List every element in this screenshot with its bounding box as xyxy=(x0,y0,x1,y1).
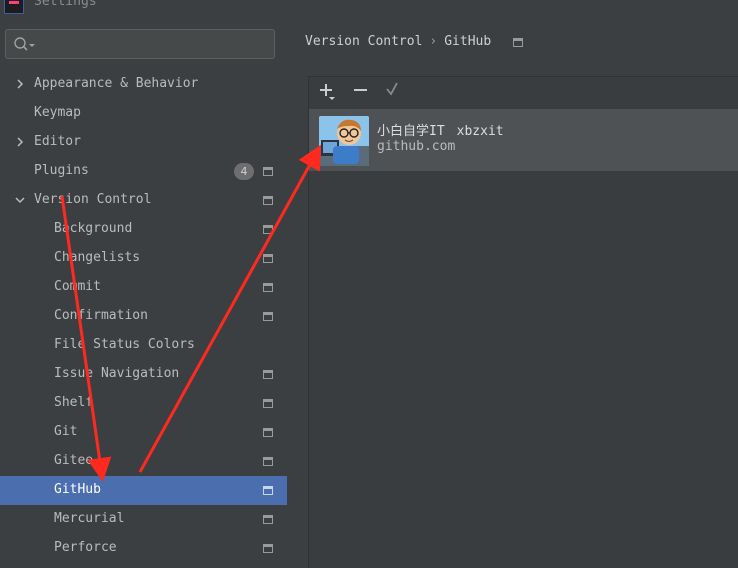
title-bar: Settings xyxy=(0,0,738,14)
sidebar-item-label: Perforce xyxy=(54,540,117,555)
search-icon xyxy=(14,37,35,51)
sidebar-item-version-control[interactable]: Version Control xyxy=(0,186,287,215)
add-account-button[interactable] xyxy=(317,81,339,103)
sidebar-item-label: Editor xyxy=(34,134,81,149)
sidebar-item-label: Commit xyxy=(54,279,101,294)
sidebar-item-mercurial[interactable]: Mercurial xyxy=(0,505,287,534)
project-settings-icon xyxy=(263,312,273,321)
project-settings-icon xyxy=(263,196,273,205)
sidebar-item-confirmation[interactable]: Confirmation xyxy=(0,302,287,331)
chevron-down-icon[interactable] xyxy=(14,194,26,206)
project-settings-icon xyxy=(263,283,273,292)
breadcrumb-current: GitHub xyxy=(444,34,492,49)
settings-content: Version Control › GitHub 小白自学IT xbzxit g… xyxy=(287,14,738,568)
project-settings-icon xyxy=(263,544,273,553)
sidebar-item-changelists[interactable]: Changelists xyxy=(0,244,287,273)
sidebar-item-perforce[interactable]: Perforce xyxy=(0,534,287,563)
accounts-panel: 小白自学IT xbzxit github.com xyxy=(308,76,738,568)
sidebar-item-commit[interactable]: Commit xyxy=(0,273,287,302)
project-settings-icon xyxy=(263,254,273,263)
sidebar-item-git[interactable]: Git xyxy=(0,418,287,447)
sidebar-item-file-status-colors[interactable]: File Status Colors xyxy=(0,331,287,360)
project-settings-icon xyxy=(263,515,273,524)
search-input[interactable] xyxy=(46,35,270,55)
sidebar-item-appearance-behavior[interactable]: Appearance & Behavior xyxy=(0,70,287,99)
project-settings-icon xyxy=(263,225,273,234)
account-server: github.com xyxy=(377,139,456,154)
breadcrumb-parent[interactable]: Version Control xyxy=(305,34,422,49)
sidebar-item-label: Appearance & Behavior xyxy=(34,76,199,91)
settings-sidebar: Appearance & Behavior Keymap Editor Plug… xyxy=(0,14,287,568)
set-default-account-button[interactable] xyxy=(383,81,405,103)
project-settings-icon xyxy=(263,457,273,466)
account-name-line: 小白自学IT xbzxit xyxy=(377,120,504,139)
updates-count-badge: 4 xyxy=(234,163,254,180)
project-settings-icon xyxy=(263,370,273,379)
sidebar-item-label: Mercurial xyxy=(54,511,125,526)
project-settings-icon xyxy=(263,399,273,408)
search-field[interactable] xyxy=(5,29,275,59)
chevron-right-icon[interactable] xyxy=(14,136,26,148)
sidebar-item-label: Gitee xyxy=(54,453,94,468)
sidebar-item-issue-navigation[interactable]: Issue Navigation xyxy=(0,360,287,389)
sidebar-item-shelf[interactable]: Shelf xyxy=(0,389,287,418)
checkmark-icon xyxy=(386,82,398,96)
minus-icon xyxy=(354,89,367,91)
sidebar-item-background[interactable]: Background xyxy=(0,215,287,244)
sidebar-item-label: Changelists xyxy=(54,250,141,265)
sidebar-item-keymap[interactable]: Keymap xyxy=(0,99,287,128)
chevron-right-icon[interactable] xyxy=(14,78,26,90)
project-settings-icon xyxy=(263,167,273,176)
project-settings-icon xyxy=(513,38,523,47)
intellij-app-icon xyxy=(4,0,24,14)
accounts-toolbar xyxy=(309,77,738,107)
sidebar-item-label: File Status Colors xyxy=(54,337,195,352)
sidebar-item-label: Shelf xyxy=(54,395,94,410)
window-title: Settings xyxy=(34,0,97,9)
sidebar-item-github[interactable]: GitHub xyxy=(0,476,287,505)
sidebar-item-label: Confirmation xyxy=(54,308,148,323)
sidebar-item-gitee[interactable]: Gitee xyxy=(0,447,287,476)
sidebar-item-editor[interactable]: Editor xyxy=(0,128,287,157)
sidebar-item-label: Git xyxy=(54,424,78,439)
sidebar-item-label: Issue Navigation xyxy=(54,366,180,381)
account-name: 小白自学IT xyxy=(377,124,445,139)
project-settings-icon xyxy=(263,486,273,495)
remove-account-button[interactable] xyxy=(350,81,372,103)
sidebar-item-label: Keymap xyxy=(34,105,81,120)
sidebar-item-plugins[interactable]: Plugins 4 xyxy=(0,157,287,186)
sidebar-item-label: Background xyxy=(54,221,133,236)
account-login: xbzxit xyxy=(456,124,504,139)
sidebar-item-label: Plugins xyxy=(34,163,89,178)
add-icon xyxy=(320,84,335,100)
account-avatar xyxy=(319,116,369,166)
sidebar-item-label: GitHub xyxy=(54,482,101,497)
breadcrumb: Version Control › GitHub xyxy=(305,34,491,49)
breadcrumb-separator: › xyxy=(429,34,438,49)
sidebar-item-label: Version Control xyxy=(34,192,152,207)
account-list-item[interactable]: 小白自学IT xbzxit github.com xyxy=(309,109,738,171)
project-settings-icon xyxy=(263,428,273,437)
